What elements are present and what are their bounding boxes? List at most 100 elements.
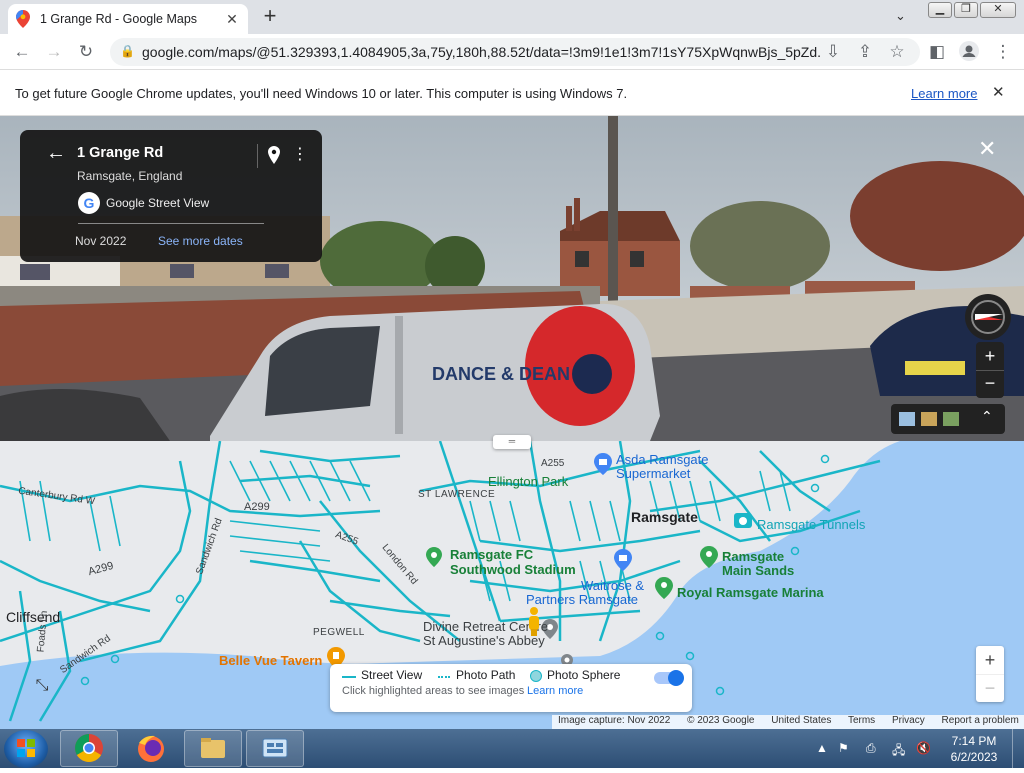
coverage-legend: Street View Photo Path Photo Sphere Clic… (330, 664, 692, 712)
taskbar-firefox-button[interactable] (122, 730, 180, 767)
park-label: Ellington Park (488, 474, 569, 489)
windows-taskbar: ▲ ⚑ ⎙ 🖧 🔇 7:14 PM 6/2/2023 (0, 729, 1024, 768)
poi-label[interactable]: Ramsgate FC (450, 547, 533, 562)
area-label: ST LAWRENCE (418, 489, 496, 500)
poi-label[interactable]: Asda Ramsgate (616, 452, 709, 467)
control-panel-icon (262, 738, 288, 758)
show-desktop-button[interactable] (1012, 729, 1024, 768)
firefox-logo-icon (138, 735, 164, 762)
street-view-zoom-control: + − (976, 342, 1004, 398)
poi-label[interactable]: Belle Vue Tavern (219, 653, 322, 668)
zoom-in-button[interactable]: + (976, 342, 1004, 370)
forward-arrow-icon[interactable]: → (43, 41, 65, 63)
infobar-learn-more-link[interactable]: Learn more (911, 86, 977, 101)
profile-avatar-icon[interactable] (958, 41, 980, 63)
zoom-out-button[interactable]: − (976, 370, 1004, 398)
install-app-icon[interactable]: ⇩ (822, 41, 844, 63)
infobar-close-icon[interactable]: ✕ (992, 83, 1005, 101)
close-street-view-icon[interactable]: ✕ (978, 136, 996, 162)
clock-time: 7:14 PM (951, 734, 997, 748)
zoom-in-button[interactable]: + (976, 646, 1004, 674)
beach-pin-icon[interactable] (700, 546, 718, 568)
report-problem-link[interactable]: Report a problem (942, 715, 1019, 726)
road-label: A299 (244, 501, 270, 513)
shopping-pin-icon[interactable] (594, 453, 612, 475)
divider (78, 223, 264, 224)
map-attribution: Image capture: Nov 2022 © 2023 Google Un… (552, 715, 1024, 729)
update-infobar: To get future Google Chrome updates, you… (0, 71, 1024, 116)
thumbnail-image[interactable] (943, 412, 959, 426)
map-pin-icon[interactable] (268, 146, 280, 169)
street-view-line-icon (342, 676, 356, 678)
poi-label[interactable]: Main Sands (722, 563, 794, 578)
see-more-dates-link[interactable]: See more dates (158, 234, 243, 248)
pegman-icon[interactable] (526, 606, 542, 636)
taskbar-chrome-button[interactable] (60, 730, 118, 767)
show-hidden-icons-icon[interactable]: ▲ (816, 741, 828, 755)
close-tab-icon[interactable]: ✕ (224, 11, 240, 28)
browser-tab-strip: 1 Grange Rd - Google Maps ✕ + ⌄ ▁ ❐ ✕ (0, 0, 1024, 34)
thumbnail-image[interactable] (899, 412, 915, 426)
back-arrow-icon[interactable]: ← (46, 142, 66, 165)
collapse-map-icon[interactable]: ⤡ (30, 677, 54, 701)
lock-icon[interactable]: 🔒 (120, 44, 135, 58)
source-label: Google Street View (106, 196, 210, 210)
browser-tab[interactable]: 1 Grange Rd - Google Maps ✕ (8, 4, 248, 34)
bookmark-star-icon[interactable]: ☆ (886, 41, 908, 63)
poi-label[interactable]: Southwood Stadium (450, 562, 576, 577)
volume-muted-icon[interactable]: 🔇 (916, 741, 931, 755)
start-button[interactable] (4, 730, 48, 768)
close-window-button[interactable]: ✕ (980, 2, 1016, 18)
action-center-flag-icon[interactable]: ⚑ (838, 741, 849, 755)
share-icon[interactable]: ⇪ (854, 41, 876, 63)
legend-label: Photo Path (456, 668, 516, 682)
reload-icon[interactable]: ↻ (75, 41, 97, 63)
poi-label[interactable]: Partners Ramsgate (526, 592, 638, 607)
zoom-out-button[interactable]: − (976, 674, 1004, 702)
coverage-toggle[interactable] (654, 670, 684, 686)
network-status-icon[interactable]: 🖧 (892, 741, 905, 762)
taskbar-explorer-button[interactable] (184, 730, 242, 767)
poi-label[interactable]: Royal Ramsgate Marina (677, 585, 824, 600)
imagery-thumbnails[interactable]: ⌃ (891, 404, 1005, 434)
side-panel-icon[interactable]: ◧ (926, 41, 948, 63)
system-clock[interactable]: 7:14 PM 6/2/2023 (944, 733, 1004, 765)
legend-label: Street View (361, 668, 423, 682)
more-options-icon[interactable]: ⋮ (292, 144, 308, 164)
thumbnail-image[interactable] (921, 412, 937, 426)
maximize-window-button[interactable]: ❐ (954, 2, 978, 18)
country-link[interactable]: United States (771, 715, 831, 726)
tab-search-chevron-icon[interactable]: ⌄ (895, 8, 906, 24)
town-label: Ramsgate (631, 509, 698, 525)
poi-label[interactable]: Supermarket (616, 466, 690, 481)
printer-status-icon[interactable]: ⎙ (866, 741, 876, 756)
street-view-pane[interactable]: DANCE & DEAN ← 1 Grange Rd Ramsgate, Eng… (0, 116, 1024, 441)
back-arrow-icon[interactable]: ← (11, 41, 33, 63)
area-label: PEGWELL (313, 627, 365, 638)
folder-icon (201, 738, 225, 758)
terms-link[interactable]: Terms (848, 715, 875, 726)
compass-icon[interactable] (965, 294, 1011, 340)
pane-resize-handle[interactable]: ═ (493, 435, 531, 449)
map-pane[interactable]: Canterbury Rd W A299 A299 A255 A255 Sand… (0, 441, 1024, 729)
toggle-knob (668, 670, 684, 686)
legend-label: Photo Sphere (547, 668, 621, 682)
url-text[interactable]: google.com/maps/@51.329393,1.4084905,3a,… (142, 44, 822, 60)
street-view-info-card: ← 1 Grange Rd Ramsgate, England ⋮ G Goog… (20, 130, 322, 262)
learn-more-link[interactable]: Learn more (527, 685, 583, 697)
windows-logo-icon (17, 739, 35, 757)
minimize-window-button[interactable]: ▁ (928, 2, 952, 18)
stadium-pin-icon[interactable] (426, 547, 442, 567)
poi-label[interactable]: Ramsgate (722, 549, 784, 564)
camera-pin-icon[interactable] (734, 511, 752, 529)
privacy-link[interactable]: Privacy (892, 715, 925, 726)
taskbar-control-panel-button[interactable] (246, 730, 304, 767)
address-bar[interactable]: 🔒 google.com/maps/@51.329393,1.4084905,3… (110, 38, 920, 66)
shopping-pin-icon[interactable] (614, 549, 632, 571)
new-tab-button[interactable]: + (258, 5, 282, 29)
poi-label[interactable]: Ramsgate Tunnels (757, 517, 865, 532)
expand-chevron-icon[interactable]: ⌃ (981, 408, 993, 425)
chrome-menu-icon[interactable]: ⋮ (992, 41, 1014, 63)
marina-pin-icon[interactable] (655, 577, 673, 599)
poi-label[interactable]: Waitrose & (581, 578, 644, 593)
